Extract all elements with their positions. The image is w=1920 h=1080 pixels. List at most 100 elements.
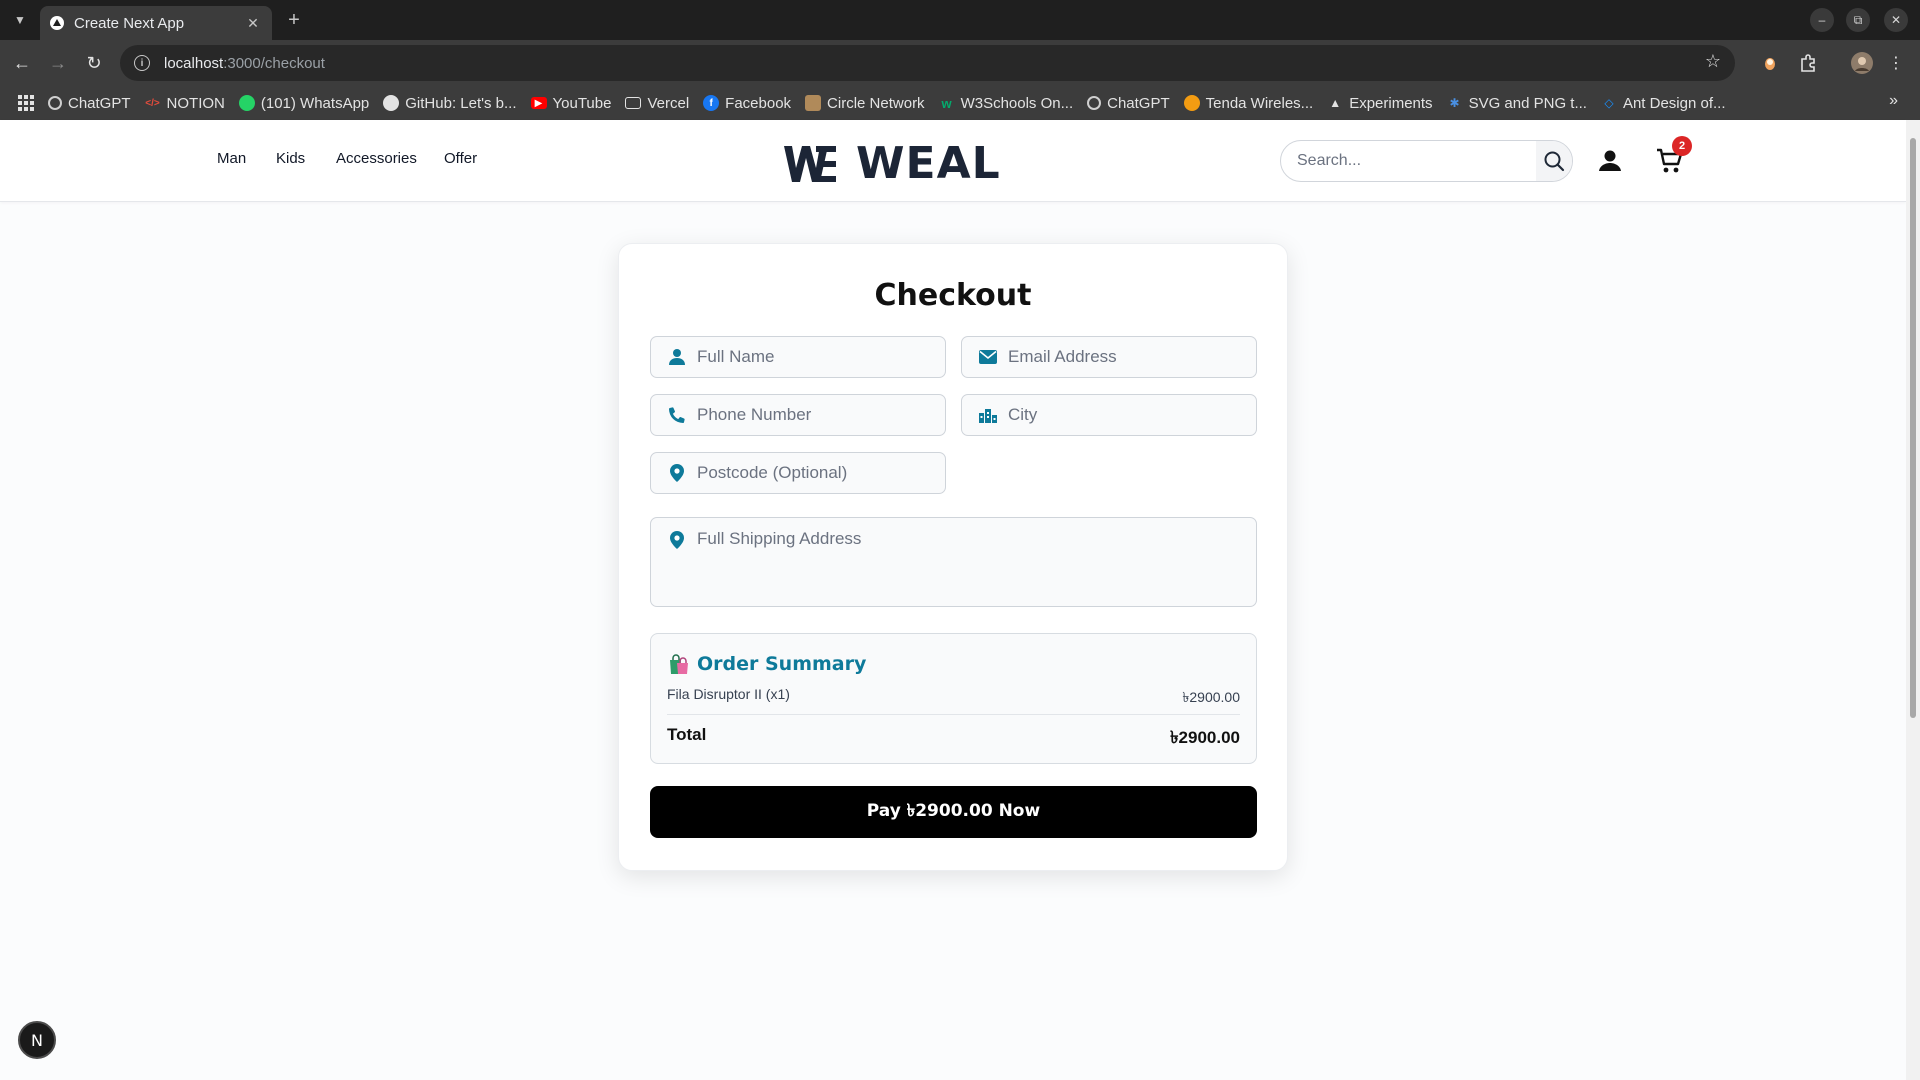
logo-text: WEAL (856, 138, 1001, 189)
more-bookmarks-icon[interactable]: » (1889, 92, 1898, 110)
item-name: Fila Disruptor II (x1) (667, 686, 790, 702)
total-value: ৳2900.00 (1170, 728, 1240, 747)
browser-menu-icon[interactable]: ⋮ (1884, 51, 1908, 75)
bookmark-w3schools[interactable]: w W3Schools On... (939, 95, 1074, 112)
site-header: Man Kids Accessories Offer WEAL 2 (0, 120, 1906, 202)
user-icon (667, 347, 687, 367)
postcode-input[interactable] (697, 453, 945, 493)
browser-tab-bar: ▼ Create Next App ✕ + – ⧉ ✕ (0, 0, 1920, 40)
address-field (650, 517, 1257, 607)
logo-mark-icon (784, 145, 836, 182)
youtube-icon: ▶ (530, 97, 547, 109)
svg-icon: ✱ (1449, 96, 1460, 110)
bookmark-ant-design[interactable]: ◇ Ant Design of... (1601, 95, 1725, 112)
checkout-card: Checkout Full Name Email Address Phone N… (618, 243, 1288, 871)
tab-close-icon[interactable]: ✕ (244, 15, 262, 32)
whatsapp-icon (238, 95, 255, 111)
search-button[interactable] (1536, 141, 1572, 181)
nav-link-man[interactable]: Man (217, 150, 246, 167)
bookmark-tenda[interactable]: Tenda Wireles... (1183, 95, 1313, 112)
bookmark-facebook[interactable]: f Facebook (703, 95, 791, 112)
tab-search-icon[interactable]: ▼ (8, 8, 32, 32)
apps-grid-icon[interactable] (18, 95, 34, 111)
order-summary-title: Order Summary (697, 653, 867, 675)
chatgpt-icon (48, 96, 62, 110)
flask-icon: ▲ (1329, 96, 1342, 110)
chatgpt-icon (1087, 96, 1102, 110)
bookmark-github[interactable]: GitHub: Let's b... (383, 95, 517, 112)
nextjs-dev-indicator[interactable]: N (18, 1021, 56, 1059)
item-price: ৳2900.00 (1182, 689, 1240, 705)
nav-link-kids[interactable]: Kids (276, 150, 305, 167)
minimize-icon[interactable]: – (1810, 8, 1834, 32)
shopping-bags-icon (670, 654, 688, 674)
new-tab-icon[interactable]: + (282, 8, 306, 32)
code-icon: </> (145, 97, 160, 109)
map-pin-icon (667, 530, 687, 550)
bookmark-circle-network[interactable]: Circle Network (805, 95, 925, 112)
circle-network-icon (805, 95, 822, 111)
search-input[interactable] (1281, 141, 1536, 181)
scrollbar-thumb[interactable] (1910, 138, 1916, 718)
back-icon[interactable]: ← (10, 51, 34, 75)
page-viewport: Man Kids Accessories Offer WEAL 2 (0, 120, 1906, 1080)
order-summary-heading: Order Summary (667, 652, 866, 676)
account-button[interactable] (1596, 147, 1624, 175)
email-field (961, 336, 1257, 378)
bookmark-notion[interactable]: </> NOTION (145, 95, 225, 112)
close-window-icon[interactable]: ✕ (1884, 8, 1908, 32)
extension-icon[interactable] (1758, 51, 1782, 75)
nextjs-favicon-icon (50, 16, 64, 30)
site-logo[interactable]: WEAL (782, 138, 1001, 189)
bookmark-vercel[interactable]: Vercel (625, 95, 689, 112)
bookmark-svg-png[interactable]: ✱ SVG and PNG t... (1447, 95, 1587, 112)
bookmark-chatgpt-2[interactable]: ChatGPT (1087, 95, 1170, 112)
summary-line-item: Fila Disruptor II (x1) ৳2900.00 (667, 686, 1240, 708)
phone-icon (667, 405, 687, 425)
full-name-field (650, 336, 946, 378)
github-icon (383, 95, 400, 111)
total-label: Total (667, 725, 707, 744)
full-name-input[interactable] (697, 337, 945, 377)
restore-icon[interactable]: ⧉ (1846, 8, 1870, 32)
page-scrollbar[interactable] (1906, 120, 1920, 1080)
city-field (961, 394, 1257, 436)
phone-field (650, 394, 946, 436)
city-input[interactable] (1008, 395, 1256, 435)
tenda-icon (1183, 95, 1200, 111)
bookmark-youtube[interactable]: ▶ YouTube (530, 95, 611, 112)
browser-tab[interactable]: Create Next App ✕ (40, 6, 272, 40)
bookmark-whatsapp[interactable]: (101) WhatsApp (238, 95, 369, 112)
address-textarea[interactable] (697, 518, 1256, 604)
search-box (1280, 140, 1573, 182)
url-host: localhost (164, 54, 224, 72)
bookmark-chatgpt[interactable]: ChatGPT (48, 95, 131, 112)
email-input[interactable] (1008, 337, 1256, 377)
forward-icon[interactable]: → (46, 51, 70, 75)
summary-total-row: Total ৳2900.00 (667, 725, 1240, 753)
nav-link-accessories[interactable]: Accessories (336, 150, 417, 167)
search-icon (1544, 151, 1565, 172)
cart-count-badge: 2 (1672, 136, 1692, 156)
browser-toolbar: ← → ↻ i localhost:3000/checkout ☆ ⋮ (0, 40, 1920, 86)
bookmarks-bar: ChatGPT </> NOTION (101) WhatsApp GitHub:… (0, 86, 1920, 120)
extensions-puzzle-icon[interactable] (1796, 51, 1820, 75)
pay-now-button[interactable]: Pay ৳2900.00 Now (650, 786, 1257, 838)
summary-divider (667, 714, 1240, 715)
user-icon (1599, 150, 1621, 171)
address-bar[interactable]: i localhost:3000/checkout ☆ (120, 45, 1735, 81)
facebook-icon: f (703, 95, 720, 111)
url-path: :3000/checkout (223, 54, 325, 72)
site-info-icon[interactable]: i (134, 55, 150, 71)
city-icon (978, 405, 998, 425)
map-pin-icon (667, 463, 687, 483)
bookmark-experiments[interactable]: ▲ Experiments (1327, 95, 1432, 112)
envelope-icon (978, 347, 998, 367)
tab-title: Create Next App (74, 14, 185, 32)
antdesign-icon: ◇ (1604, 96, 1614, 110)
reload-icon[interactable]: ↻ (82, 51, 106, 75)
nav-link-offer[interactable]: Offer (444, 150, 477, 167)
profile-avatar[interactable] (1850, 51, 1874, 75)
phone-input[interactable] (697, 395, 945, 435)
bookmark-star-icon[interactable]: ☆ (1705, 51, 1721, 72)
